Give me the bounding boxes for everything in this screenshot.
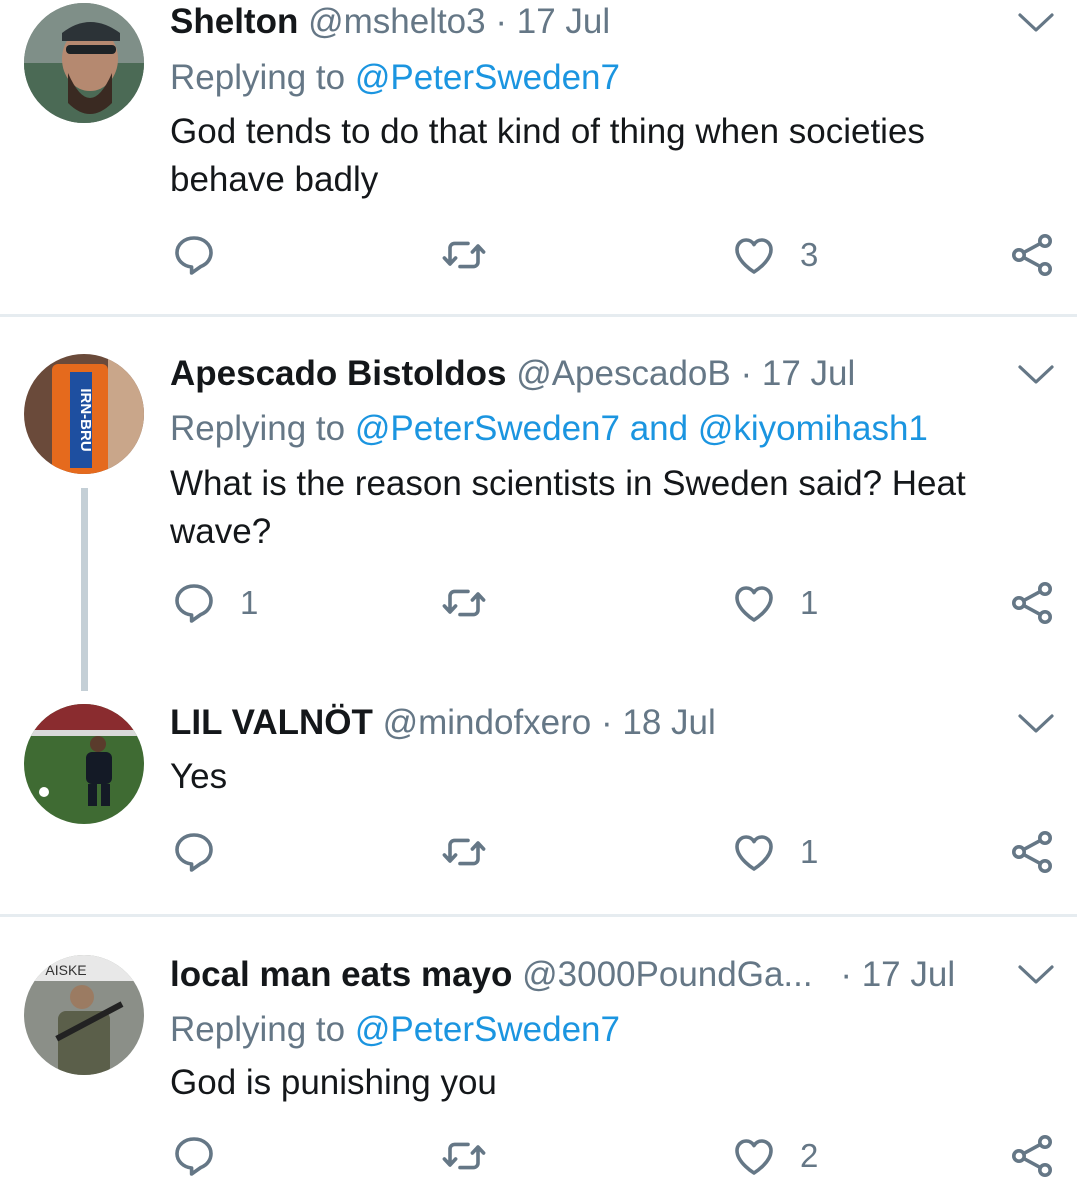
tweet-2[interactable]: IRN-BRU Apescado Bistoldos @ApescadoB · … <box>0 317 1077 697</box>
replying-mention[interactable]: @PeterSweden7 <box>355 58 620 97</box>
retweet-button[interactable] <box>440 827 510 877</box>
replying-to: Replying to @PeterSweden7 <box>170 1008 620 1052</box>
display-name[interactable]: local man eats mayo <box>170 955 512 994</box>
replying-prefix: Replying to <box>170 409 346 448</box>
share-icon <box>1008 579 1056 627</box>
chevron-down-icon[interactable] <box>1016 711 1056 737</box>
timestamp[interactable]: 17 Jul <box>517 2 610 41</box>
like-icon <box>730 1132 778 1180</box>
avatar[interactable]: AISKE <box>24 955 144 1075</box>
avatar-image: AISKE <box>24 955 144 1075</box>
share-icon <box>1008 828 1056 876</box>
tweet-actions: 3 <box>170 230 1060 280</box>
replying-to: Replying to @PeterSweden7 and @kiyomihas… <box>170 407 928 451</box>
chevron-down-icon[interactable] <box>1016 362 1056 388</box>
replying-prefix: Replying to <box>170 58 346 97</box>
replying-prefix: Replying to <box>170 1010 346 1049</box>
timestamp[interactable]: 17 Jul <box>862 955 955 994</box>
share-button[interactable] <box>1008 827 1056 877</box>
reply-button[interactable] <box>170 1131 240 1181</box>
share-icon <box>1008 231 1056 279</box>
reply-button[interactable]: 1 <box>170 578 258 628</box>
retweet-icon <box>440 828 488 876</box>
tweet-header: Apescado Bistoldos @ApescadoB · 17 Jul <box>170 352 855 396</box>
tweet-actions: 2 <box>170 1131 1060 1181</box>
display-name[interactable]: LIL VALNÖT <box>170 703 373 742</box>
tweet-text: Yes <box>170 757 228 796</box>
reply-icon <box>170 1132 218 1180</box>
retweet-icon <box>440 1132 488 1180</box>
tweet-4[interactable]: AISKE local man eats mayo @3000PoundGa..… <box>0 917 1077 1189</box>
share-button[interactable] <box>1008 1131 1056 1181</box>
display-name[interactable]: Shelton <box>170 2 298 41</box>
reply-button[interactable] <box>170 827 240 877</box>
retweet-button[interactable] <box>440 230 510 280</box>
user-handle[interactable]: @mindofxero <box>383 703 592 742</box>
display-name[interactable]: Apescado Bistoldos <box>170 354 506 393</box>
tweet-text: God tends to do that kind of thing when … <box>170 112 925 199</box>
avatar-image: IRN-BRU <box>24 354 144 474</box>
separator: · <box>740 354 753 393</box>
like-button[interactable]: 1 <box>730 578 818 628</box>
user-handle[interactable]: @ApescadoB <box>516 354 731 393</box>
chevron-down-icon[interactable] <box>1016 962 1056 988</box>
user-handle[interactable]: @3000PoundGa... <box>522 955 812 994</box>
avatar-image <box>24 3 144 123</box>
share-icon <box>1008 1132 1056 1180</box>
separator: · <box>495 2 507 41</box>
reply-icon <box>170 828 218 876</box>
like-icon <box>730 579 778 627</box>
like-button[interactable]: 3 <box>730 230 818 280</box>
avatar[interactable] <box>24 704 144 824</box>
avatar-image <box>24 704 144 824</box>
like-count: 1 <box>800 833 819 870</box>
like-count: 1 <box>800 584 819 621</box>
retweet-button[interactable] <box>440 578 510 628</box>
tweet-header: Shelton @mshelto3 · 17 Jul <box>170 0 610 44</box>
thread-line <box>81 488 88 691</box>
avatar-label: AISKE <box>45 962 86 978</box>
reply-button[interactable] <box>170 230 240 280</box>
like-icon <box>730 828 778 876</box>
separator: · <box>840 955 852 994</box>
retweet-button[interactable] <box>440 1131 510 1181</box>
tweet-actions: 1 <box>170 827 1060 877</box>
avatar[interactable] <box>24 3 144 123</box>
tweet-text: God is punishing you <box>170 1063 497 1102</box>
reply-icon <box>170 579 218 627</box>
replying-mention[interactable]: @PeterSweden7 and @kiyomihash1 <box>355 409 928 448</box>
like-button[interactable]: 1 <box>730 827 818 877</box>
reply-count: 1 <box>240 584 259 621</box>
tweet-3[interactable]: LIL VALNÖT @mindofxero · 18 Jul Yes 1 <box>0 697 1077 913</box>
share-button[interactable] <box>1008 578 1056 628</box>
replying-to: Replying to @PeterSweden7 <box>170 56 620 100</box>
tweet-actions: 1 1 <box>170 578 1060 628</box>
user-handle[interactable]: @mshelto3 <box>308 2 486 41</box>
tweet-header: LIL VALNÖT @mindofxero · 18 Jul <box>170 701 716 745</box>
timestamp[interactable]: 18 Jul <box>622 703 715 742</box>
avatar-label: IRN-BRU <box>77 388 94 451</box>
like-count: 3 <box>800 236 819 273</box>
like-icon <box>730 231 778 279</box>
timestamp[interactable]: 17 Jul <box>762 354 855 393</box>
retweet-icon <box>440 231 488 279</box>
replying-mention[interactable]: @PeterSweden7 <box>355 1010 620 1049</box>
reply-icon <box>170 231 218 279</box>
tweet-header: local man eats mayo @3000PoundGa... · 17… <box>170 953 955 997</box>
retweet-icon <box>440 579 488 627</box>
avatar[interactable]: IRN-BRU <box>24 354 144 474</box>
like-button[interactable]: 2 <box>730 1131 818 1181</box>
like-count: 2 <box>800 1137 819 1174</box>
chevron-down-icon[interactable] <box>1016 10 1056 36</box>
tweet-1[interactable]: Shelton @mshelto3 · 17 Jul Replying to @… <box>0 0 1077 316</box>
tweet-text: What is the reason scientists in Sweden … <box>170 464 966 551</box>
share-button[interactable] <box>1008 230 1056 280</box>
separator: · <box>601 703 613 742</box>
